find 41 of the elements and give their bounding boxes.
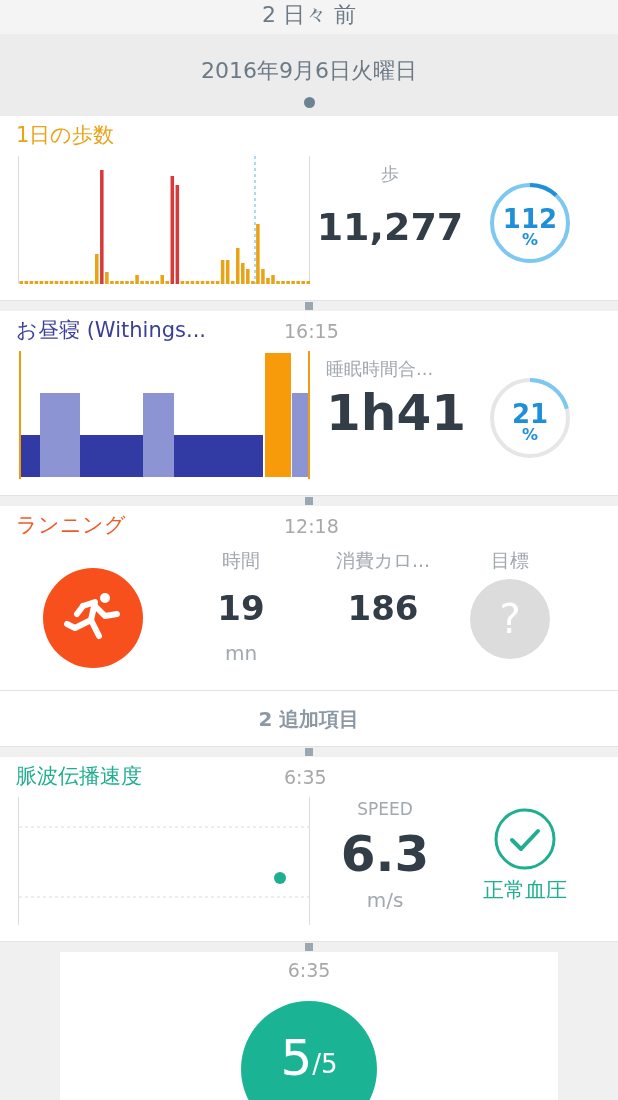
activity-card[interactable]: ランニング 12:18 時間 19 mn 消費カロ... 186 目標 ? [0,506,618,691]
goal-badge: ? [470,578,550,659]
ring-percent: 112 [502,206,558,232]
stat-value: 1h41 [326,383,466,444]
card-time: 16:15 [284,318,339,344]
stat-label: 睡眠時間合... [326,357,434,381]
stat-value: 19 [217,586,265,630]
summary-card[interactable]: 1日の歩数 歩 11,277 112 % [0,116,618,301]
ring-percent: 21 [511,401,549,427]
stat-label: 消費カロ... [335,548,431,573]
stat-value: 186 [347,586,419,630]
timeline-marker [305,302,313,310]
card-time: 6:35 [287,958,331,983]
card-title: 1日の歩数 [16,123,115,148]
data-point [274,872,286,884]
status-label: 正常血圧 [483,877,567,904]
score-total: /5 [312,1049,338,1081]
card-time: 12:18 [284,513,339,539]
timeline-marker [305,497,313,505]
card-time: 6:35 [284,764,327,790]
stat-unit: mn [224,639,258,667]
pwv-card[interactable]: 脈波伝播速度 6:35 SPEED 6.3 m/s 正常血圧 [0,757,618,942]
timeline-marker [305,943,313,951]
summary-card[interactable]: お昼寝 (Withings... 16:15 睡眠時間合... 1h41 21 % [0,311,618,496]
stat-unit: m/s [366,887,404,914]
card-title: 脈波伝播速度 [16,764,142,789]
timeline-marker [305,748,313,756]
percent-sign: % [522,232,538,248]
card-title: ランニング [16,513,126,538]
card-title: お昼寝 (Withings... [16,318,206,343]
stat-label: SPEED [357,798,413,821]
history-label: 2 日々 前 [262,4,356,26]
date-heading: 2016年9月6日火曜日 [201,57,417,85]
stat-label: 時間 [222,548,260,573]
score-value: 5 [280,1028,313,1089]
percent-sign: % [522,427,538,443]
check-circle-icon [493,807,557,871]
stat-label: 歩 [381,162,399,186]
stat-value: 6.3 [340,823,430,885]
goal-label: 目標 [491,548,529,573]
stat-value: 11,277 [316,204,464,251]
